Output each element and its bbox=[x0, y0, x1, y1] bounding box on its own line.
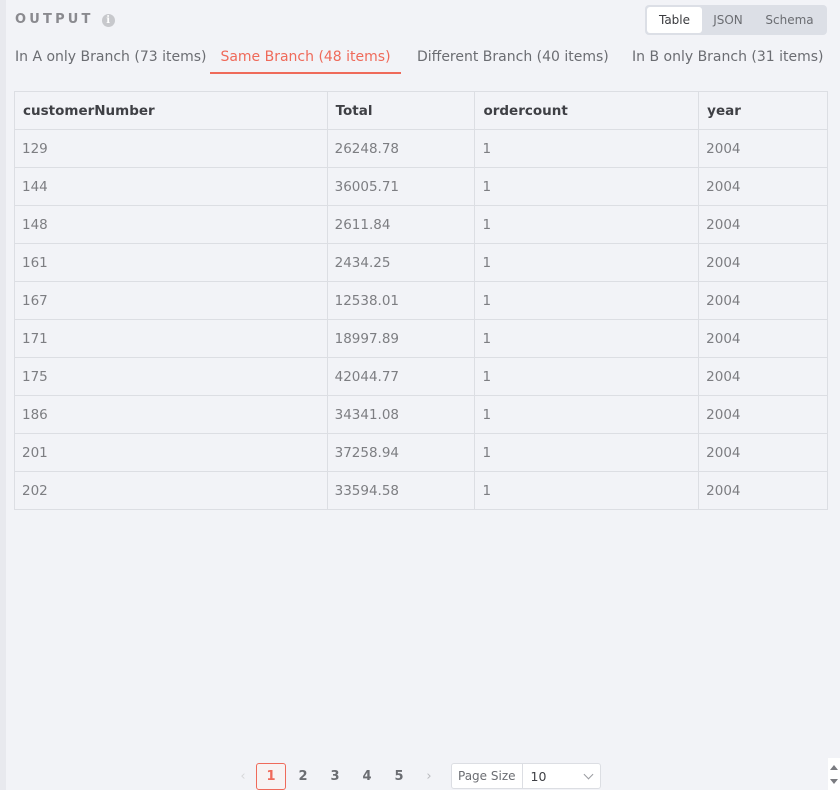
cell-year: 2004 bbox=[698, 433, 828, 472]
table-row: 175 42044.77 1 2004 bbox=[14, 357, 828, 396]
chevron-right-icon[interactable]: › bbox=[416, 763, 442, 789]
output-header: OUTPUT i bbox=[15, 9, 115, 29]
cell-customernumber: 175 bbox=[14, 357, 328, 396]
tab-in-a-only-branch[interactable]: In A only Branch (73 items) bbox=[15, 44, 207, 74]
cell-total: 2434.25 bbox=[326, 243, 476, 282]
cell-customernumber: 148 bbox=[14, 205, 328, 244]
cell-total: 26248.78 bbox=[326, 129, 476, 168]
table-row: 171 18997.89 1 2004 bbox=[14, 319, 828, 358]
cell-year: 2004 bbox=[698, 281, 828, 320]
left-panel-edge bbox=[0, 0, 6, 790]
page-button-1[interactable]: 1 bbox=[256, 762, 286, 790]
cell-customernumber: 171 bbox=[14, 319, 328, 358]
page-button-5[interactable]: 5 bbox=[384, 763, 414, 790]
cell-ordercount: 1 bbox=[474, 281, 700, 320]
page-button-4[interactable]: 4 bbox=[352, 763, 382, 790]
cell-total: 37258.94 bbox=[326, 433, 476, 472]
cell-customernumber: 144 bbox=[14, 167, 328, 206]
scroll-up-icon[interactable] bbox=[830, 764, 838, 770]
cell-year: 2004 bbox=[698, 357, 828, 396]
tab-in-b-only-branch[interactable]: In B only Branch (31 items) bbox=[632, 44, 824, 74]
table-row: 148 2611.84 1 2004 bbox=[14, 205, 828, 244]
cell-year: 2004 bbox=[698, 205, 828, 244]
page-button-2[interactable]: 2 bbox=[288, 763, 318, 790]
cell-year: 2004 bbox=[698, 471, 828, 510]
table-row: 161 2434.25 1 2004 bbox=[14, 243, 828, 282]
cell-total: 33594.58 bbox=[326, 471, 476, 510]
tab-same-branch[interactable]: Same Branch (48 items) bbox=[210, 44, 401, 74]
cell-ordercount: 1 bbox=[474, 319, 700, 358]
cell-ordercount: 1 bbox=[474, 205, 700, 244]
cell-ordercount: 1 bbox=[474, 395, 700, 434]
page-size-value: 10 bbox=[530, 768, 547, 784]
column-header-year: year bbox=[698, 91, 828, 130]
cell-year: 2004 bbox=[698, 167, 828, 206]
output-table: customerNumber Total ordercount year 129… bbox=[14, 91, 828, 510]
cell-customernumber: 186 bbox=[14, 395, 328, 434]
output-title: OUTPUT bbox=[15, 11, 94, 27]
table-row: 129 26248.78 1 2004 bbox=[14, 129, 828, 168]
cell-year: 2004 bbox=[698, 129, 828, 168]
scroll-control bbox=[828, 758, 840, 790]
pagination: ‹ 1 2 3 4 5 › Page Size 10 bbox=[230, 762, 601, 790]
cell-year: 2004 bbox=[698, 395, 828, 434]
view-mode-switch: Table JSON Schema bbox=[645, 5, 827, 35]
cell-ordercount: 1 bbox=[474, 471, 700, 510]
cell-customernumber: 201 bbox=[14, 433, 328, 472]
view-option-table[interactable]: Table bbox=[647, 7, 702, 33]
cell-ordercount: 1 bbox=[474, 357, 700, 396]
chevron-down-icon bbox=[583, 769, 594, 779]
cell-customernumber: 202 bbox=[14, 471, 328, 510]
cell-ordercount: 1 bbox=[474, 167, 700, 206]
cell-total: 12538.01 bbox=[326, 281, 476, 320]
cell-total: 34341.08 bbox=[326, 395, 476, 434]
branch-tabs: In A only Branch (73 items) Same Branch … bbox=[15, 44, 830, 74]
view-option-schema[interactable]: Schema bbox=[754, 7, 825, 33]
cell-ordercount: 1 bbox=[474, 433, 700, 472]
cell-total: 2611.84 bbox=[326, 205, 476, 244]
cell-total: 18997.89 bbox=[326, 319, 476, 358]
column-header-total: Total bbox=[326, 91, 476, 130]
cell-customernumber: 129 bbox=[14, 129, 328, 168]
page-size-select[interactable]: Page Size 10 bbox=[451, 763, 601, 789]
cell-year: 2004 bbox=[698, 243, 828, 282]
column-header-ordercount: ordercount bbox=[474, 91, 700, 130]
table-header-row: customerNumber Total ordercount year bbox=[14, 91, 828, 130]
page-size-label: Page Size bbox=[452, 764, 523, 788]
page-button-3[interactable]: 3 bbox=[320, 763, 350, 790]
cell-customernumber: 161 bbox=[14, 243, 328, 282]
table-row: 167 12538.01 1 2004 bbox=[14, 281, 828, 320]
table-row: 202 33594.58 1 2004 bbox=[14, 471, 828, 510]
cell-ordercount: 1 bbox=[474, 243, 700, 282]
cell-customernumber: 167 bbox=[14, 281, 328, 320]
cell-year: 2004 bbox=[698, 319, 828, 358]
cell-total: 36005.71 bbox=[326, 167, 476, 206]
chevron-left-icon[interactable]: ‹ bbox=[230, 763, 256, 789]
cell-total: 42044.77 bbox=[326, 357, 476, 396]
column-header-customernumber: customerNumber bbox=[14, 91, 328, 130]
cell-ordercount: 1 bbox=[474, 129, 700, 168]
tab-different-branch[interactable]: Different Branch (40 items) bbox=[417, 44, 609, 74]
page-size-value-wrap[interactable]: 10 bbox=[523, 764, 601, 788]
table-row: 186 34341.08 1 2004 bbox=[14, 395, 828, 434]
table-row: 144 36005.71 1 2004 bbox=[14, 167, 828, 206]
view-option-json[interactable]: JSON bbox=[702, 7, 754, 33]
scroll-down-icon[interactable] bbox=[830, 778, 838, 784]
table-row: 201 37258.94 1 2004 bbox=[14, 433, 828, 472]
info-icon[interactable]: i bbox=[101, 14, 115, 27]
